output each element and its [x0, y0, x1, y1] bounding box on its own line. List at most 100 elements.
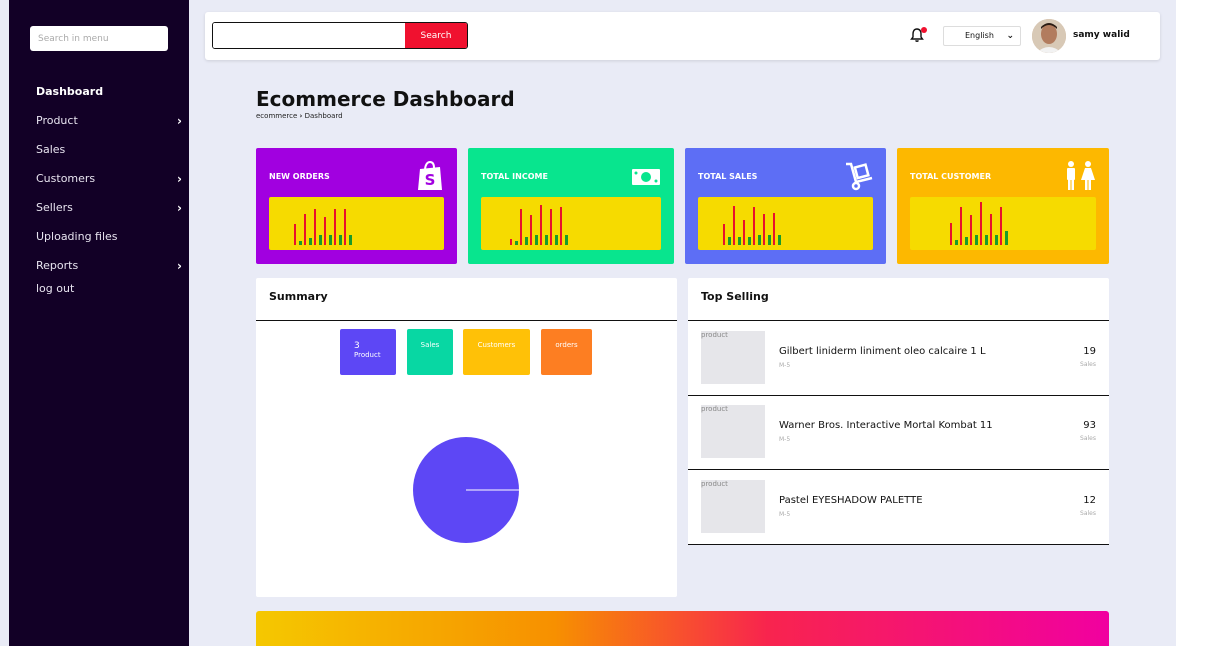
- product-name: Gilbert liniderm liniment oleo calcaire …: [779, 346, 986, 357]
- spark-bar: [510, 239, 512, 245]
- notification-dot: [921, 27, 927, 33]
- sidebar-item-label: Sellers: [36, 201, 73, 214]
- sidebar-item-customers[interactable]: Customers ›: [36, 170, 186, 199]
- search-button[interactable]: Search: [405, 23, 467, 48]
- broken-image-icon: product: [701, 405, 728, 413]
- broken-image-icon: product: [701, 331, 728, 339]
- spark-bar: [980, 202, 982, 245]
- spark-bar: [778, 235, 781, 245]
- spark-bar: [753, 207, 755, 245]
- language-select[interactable]: English ⌄: [943, 26, 1021, 46]
- spark-bar: [768, 235, 771, 245]
- spark-bar: [763, 214, 765, 245]
- spark-bar: [329, 235, 332, 245]
- sales-unit: Sales: [1080, 510, 1096, 517]
- product-sub: M-5: [779, 436, 791, 443]
- card-total-customer[interactable]: TOTAL CUSTOMER: [897, 148, 1109, 264]
- sales-unit: Sales: [1080, 435, 1096, 442]
- people-icon: [1067, 161, 1095, 190]
- card-new-orders[interactable]: NEW ORDERS S: [256, 148, 457, 264]
- breadcrumb-item: Dashboard: [304, 112, 343, 120]
- stat-label: Sales: [420, 341, 440, 349]
- sidebar: Dashboard Product › Sales Customers › Sell…: [9, 0, 189, 646]
- card-total-income[interactable]: TOTAL INCOME: [468, 148, 674, 264]
- sparkline-chart: [269, 197, 444, 250]
- sales-count: 12: [1083, 495, 1096, 506]
- search-input[interactable]: [213, 23, 407, 48]
- spark-bar: [955, 240, 958, 245]
- sparkline-chart: [910, 197, 1096, 250]
- sidebar-item-label: log out: [36, 282, 75, 295]
- sidebar-item-uploading-files[interactable]: Uploading files: [36, 228, 186, 257]
- sidebar-item-label: Sales: [36, 143, 66, 156]
- sidebar-item-sales[interactable]: Sales: [36, 141, 186, 170]
- sidebar-nav: Dashboard Product › Sales Customers › Sell…: [36, 83, 186, 309]
- app-shell: Dashboard Product › Sales Customers › Sell…: [0, 0, 1176, 646]
- chevron-right-icon: ›: [299, 112, 303, 120]
- product-name: Warner Bros. Interactive Mortal Kombat 1…: [779, 420, 993, 431]
- list-item[interactable]: product Gilbert liniderm liniment oleo c…: [688, 321, 1109, 396]
- sales-unit: Sales: [1080, 361, 1096, 368]
- spark-bar: [728, 237, 731, 245]
- breadcrumb-item[interactable]: ecommerce: [256, 112, 297, 120]
- sidebar-item-product[interactable]: Product ›: [36, 112, 186, 141]
- spark-bar: [530, 215, 532, 245]
- spark-bar: [723, 224, 725, 245]
- user-name[interactable]: samy walid: [1073, 30, 1130, 40]
- stat-customers[interactable]: Customers: [463, 329, 530, 375]
- sidebar-item-sellers[interactable]: Sellers ›: [36, 199, 186, 228]
- spark-bar: [349, 235, 352, 245]
- spark-bar: [339, 235, 342, 245]
- chevron-right-icon: ›: [177, 114, 182, 128]
- spark-bar: [965, 237, 968, 245]
- list-item[interactable]: product Warner Bros. Interactive Mortal …: [688, 395, 1109, 470]
- sidebar-item-dashboard[interactable]: Dashboard: [36, 83, 186, 112]
- product-name: Pastel EYESHADOW PALETTE: [779, 495, 923, 506]
- sidebar-item-label: Reports: [36, 259, 79, 272]
- stat-sales[interactable]: Sales: [407, 329, 453, 375]
- language-value: English: [965, 31, 994, 40]
- search-form: Search: [212, 22, 468, 49]
- sales-count: 19: [1083, 346, 1096, 357]
- sidebar-item-label: Uploading files: [36, 230, 118, 243]
- spark-bar: [545, 235, 548, 245]
- divider: [256, 320, 677, 321]
- product-sub: M-5: [779, 362, 791, 369]
- product-image: product: [701, 405, 765, 458]
- spark-bar: [520, 209, 522, 245]
- page-title: Ecommerce Dashboard: [256, 87, 515, 111]
- spark-bar: [309, 238, 312, 245]
- spark-bar: [555, 235, 558, 245]
- top-selling-panel: Top Selling product Gilbert liniderm lin…: [688, 278, 1109, 545]
- sidebar-item-logout[interactable]: log out: [36, 280, 186, 309]
- avatar[interactable]: [1032, 19, 1066, 53]
- stat-orders[interactable]: orders: [541, 329, 592, 375]
- spark-bar: [565, 235, 568, 245]
- product-image: product: [701, 331, 765, 384]
- list-item[interactable]: product Pastel EYESHADOW PALETTE M-5 12 …: [688, 470, 1109, 545]
- sidebar-item-reports[interactable]: Reports ›: [36, 257, 186, 280]
- shopify-bag-icon: S: [418, 160, 442, 190]
- sparkline-chart: [698, 197, 873, 250]
- spark-bar: [334, 209, 336, 245]
- spark-bar: [995, 235, 998, 245]
- sidebar-item-label: Dashboard: [36, 85, 104, 98]
- chevron-down-icon: ⌄: [1006, 31, 1014, 41]
- chevron-right-icon: ›: [177, 172, 182, 186]
- card-total-sales[interactable]: TOTAL SALES: [685, 148, 886, 264]
- card-label: TOTAL SALES: [698, 172, 758, 181]
- spark-bar: [733, 206, 735, 245]
- spark-bar: [299, 241, 302, 245]
- stat-label: orders: [555, 341, 578, 349]
- gradient-banner: [256, 611, 1109, 646]
- spark-bar: [550, 209, 552, 245]
- spark-bar: [1000, 207, 1002, 245]
- card-label: NEW ORDERS: [269, 172, 330, 181]
- spark-bar: [540, 205, 542, 245]
- sidebar-item-label: Product: [36, 114, 78, 127]
- stat-product[interactable]: 3 Product: [340, 329, 396, 375]
- sidebar-item-label: Customers: [36, 172, 96, 185]
- chevron-right-icon: ›: [177, 201, 182, 215]
- broken-image-icon: product: [701, 480, 728, 488]
- menu-search-input[interactable]: [30, 26, 168, 51]
